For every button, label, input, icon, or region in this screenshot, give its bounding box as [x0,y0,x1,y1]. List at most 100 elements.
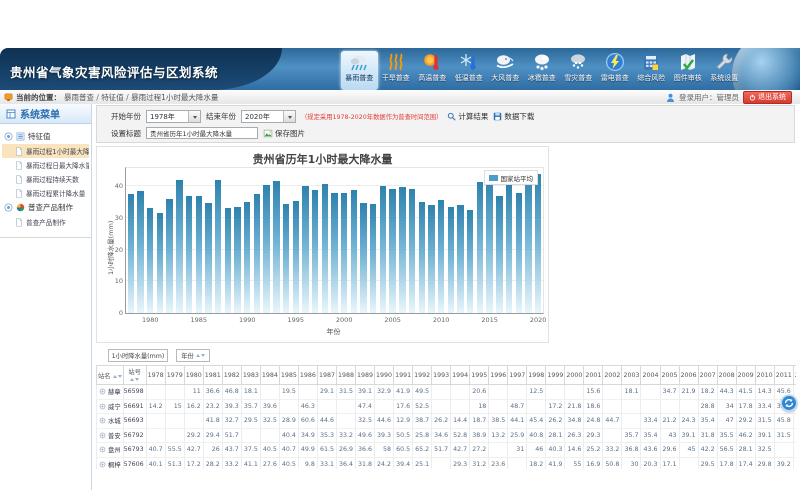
toolbar-item-settings[interactable]: 系统设置 [706,51,743,90]
value-cell: 33.1 [317,457,336,469]
radio-icon[interactable] [99,447,106,454]
radio-icon[interactable] [99,433,106,440]
value-cell: 20.6 [470,385,489,400]
value-cell: 52.5 [413,399,432,414]
end-year-select[interactable]: 2020年 [241,110,296,123]
toolbar-item-hail[interactable]: 冰雹普查 [524,51,561,90]
expander-icon[interactable] [4,203,13,212]
toolbar-item-lightning[interactable]: 雷电普查 [597,51,634,90]
toolbar-item-snow[interactable]: 雪灾普查 [560,51,597,90]
value-cell: 46.8 [222,385,241,400]
logout-button[interactable]: 退出系统 [743,91,792,104]
col-year-2008: 2008 [717,366,736,385]
sort-icons[interactable] [130,378,139,381]
toolbar-item-label: 冰雹普查 [528,73,556,83]
refresh-icon[interactable] [780,394,798,412]
bar-1978 [128,194,134,313]
value-cell: 39.2 [774,457,793,469]
radio-icon[interactable] [99,462,106,469]
pivot-column-field[interactable]: 年份 [176,349,210,362]
value-cell: 25.1 [413,457,432,469]
toolbar-item-high-temp[interactable]: 高温普查 [414,51,451,90]
col-year-2003: 2003 [622,366,641,385]
bar-1996 [302,186,308,313]
toolbar-item-label: 图件审核 [674,73,702,83]
chart-title-input[interactable] [146,127,258,139]
col-station-id[interactable]: 站号 [123,366,146,385]
toolbar-item-rainstorm[interactable]: 暴雨普查 [341,51,378,90]
value-cell: 41.9 [546,457,565,469]
col-year-1984: 1984 [260,366,279,385]
sidebar-item[interactable]: 普查产品制作 [2,215,89,229]
bar-2002 [360,203,366,313]
value-cell: 28.9 [279,414,298,429]
value-cell [679,457,698,469]
expander-icon[interactable] [4,132,13,141]
value-cell: 16.2 [184,399,203,414]
sidebar-item[interactable]: 暴雨过程持续天数 [2,172,89,186]
value-cell: 31 [508,443,527,458]
sidebar-group-1[interactable]: 普查产品制作 [2,200,89,215]
sidebar-item[interactable]: 暴雨过程累计降水量 [2,186,89,200]
value-cell [298,385,317,400]
value-cell: 34.6 [432,428,451,443]
value-cell: 26.9 [336,443,355,458]
toolbar-item-low-temp[interactable]: 低温普查 [451,51,488,90]
breadcrumb-segment[interactable]: 暴雨普查 [64,93,94,102]
col-station-name[interactable]: 站名 [97,366,124,385]
station-name-cell: 普安 [97,428,124,443]
rainstorm-icon [349,52,369,72]
col-year-2002: 2002 [603,366,622,385]
chevron-down-icon [283,111,295,122]
sort-icons[interactable] [196,354,205,357]
calculate-button[interactable]: 计算结果 [447,111,488,122]
value-cell: 24.3 [679,414,698,429]
value-cell: 28.1 [736,443,755,458]
value-cell: 39.3 [375,428,394,443]
toolbar-item-map-review[interactable]: 图件审核 [670,51,707,90]
bar-1997 [312,190,318,313]
start-year-select[interactable]: 1978年 [146,110,201,123]
toolbar-item-wind[interactable]: 大风普查 [487,51,524,90]
value-cell: 27.6 [260,457,279,469]
chart-legend[interactable]: 国家站平均 [484,170,539,185]
col-year-1996: 1996 [489,366,508,385]
breadcrumb-segment[interactable]: 特征值 [101,93,124,102]
value-cell: 49.6 [356,428,375,443]
download-button[interactable]: 数据下载 [493,111,534,122]
bar-2016 [496,196,502,313]
sidebar-menu-tree: 特征值暴雨过程1小时最大降水量暴雨过程日最大降水量暴雨过程持续天数暴雨过程累计降… [0,124,91,238]
station-id-cell: 56693 [123,414,146,429]
value-cell: 38.7 [413,414,432,429]
col-year-1981: 1981 [203,366,222,385]
radio-icon[interactable] [99,389,106,396]
save-image-button[interactable]: 保存图片 [263,128,305,139]
pivot-measure-field[interactable]: 1小时降水量(mm) [108,349,168,362]
value-cell [660,399,679,414]
sidebar-item[interactable]: 暴雨过程日最大降水量 [2,158,89,172]
sidebar-item-label: 暴雨过程持续天数 [26,174,79,184]
value-cell [603,428,622,443]
table-row: 桐梓5760640.151.317.228.233.241.127.640.59… [97,457,797,469]
value-cell: 25.2 [584,443,603,458]
value-cell: 31.8 [356,457,375,469]
toolbar-item-drought[interactable]: 干旱普查 [378,51,415,90]
value-cell: 51.7 [222,428,241,443]
bar-2013 [467,210,473,313]
value-cell: 40.5 [279,457,298,469]
bar-2001 [351,190,357,313]
breadcrumb-segment[interactable]: 暴雨过程1小时最大降水量 [131,93,218,102]
station-id-cell: 56598 [123,385,146,400]
toolbar-item-label: 雪灾普查 [564,73,592,83]
sort-icons[interactable] [113,375,122,378]
power-icon [749,94,756,101]
sidebar-item[interactable]: 暴雨过程1小时最大降水量 [2,144,89,158]
value-cell: 45.8 [774,414,793,429]
radio-icon[interactable] [99,418,106,425]
radio-icon[interactable] [99,404,106,411]
value-cell: 21.2 [660,414,679,429]
sidebar-group-0[interactable]: 特征值 [2,129,89,144]
value-cell: 34.9 [298,428,317,443]
toolbar-item-composite-risk[interactable]: 综合风险 [633,51,670,90]
x-axis-label: 年份 [125,327,542,337]
